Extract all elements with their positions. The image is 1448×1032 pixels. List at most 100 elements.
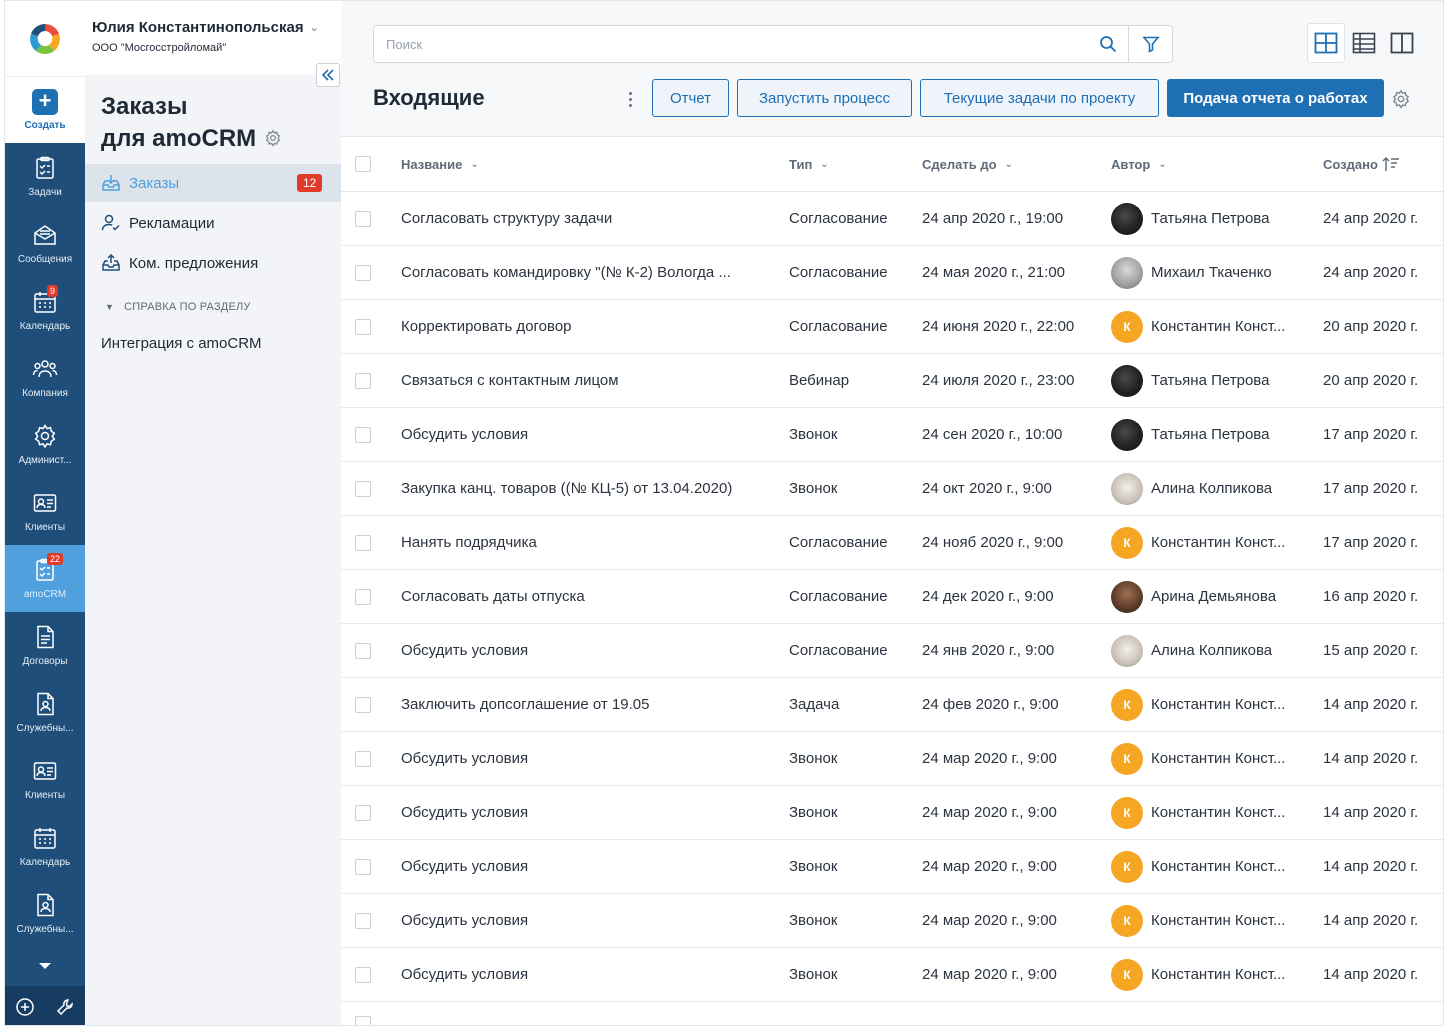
- row-checkbox[interactable]: [355, 805, 371, 821]
- table-row[interactable]: Закупка канц. товаров ((№ КЦ-5) от 13.04…: [341, 462, 1443, 516]
- task-author[interactable]: Татьяна Петрова: [1111, 354, 1269, 407]
- task-name[interactable]: Обсудить условия: [401, 624, 771, 677]
- column-name-header[interactable]: Название ⌄: [401, 137, 771, 191]
- row-checkbox[interactable]: [355, 427, 371, 443]
- app-logo[interactable]: [5, 1, 85, 76]
- task-name[interactable]: Заключить допсоглашение от 19.05: [401, 678, 771, 731]
- task-author[interactable]: К Константин Конст...: [1111, 516, 1285, 569]
- task-name[interactable]: Обсудить условия: [401, 948, 771, 1001]
- table-view-button[interactable]: [1345, 23, 1383, 63]
- sidebar-item-proposals[interactable]: Ком. предложения: [85, 244, 341, 282]
- task-name[interactable]: Обсудить условия: [401, 408, 771, 461]
- rail-item-calendar[interactable]: 9 Календарь: [5, 277, 85, 344]
- rail-item-company[interactable]: Компания: [5, 344, 85, 411]
- table-row[interactable]: Заключить допсоглашение от 19.05 Задача 24…: [341, 678, 1443, 732]
- task-name[interactable]: Закупка канц. товаров ((№ КЦ-5) от 13.04…: [401, 462, 771, 515]
- row-checkbox[interactable]: [355, 589, 371, 605]
- row-checkbox[interactable]: [355, 1016, 371, 1025]
- task-name[interactable]: Обсудить условия: [401, 786, 771, 839]
- select-all-checkbox[interactable]: [355, 156, 371, 172]
- table-row[interactable]: Обсудить условия Звонок 24 мар 2020 г., 9:…: [341, 948, 1443, 1002]
- rail-item-service[interactable]: Служебны...: [5, 679, 85, 746]
- row-checkbox[interactable]: [355, 211, 371, 227]
- task-name[interactable]: Обсудить условия: [401, 894, 771, 947]
- task-author[interactable]: К Константин Конст...: [1111, 732, 1285, 785]
- split-view-button[interactable]: [1383, 23, 1421, 63]
- task-author[interactable]: К Константин Конст...: [1111, 300, 1285, 353]
- task-author[interactable]: К Константин Конст...: [1111, 840, 1285, 893]
- column-author-header[interactable]: Автор ⌄: [1111, 137, 1167, 191]
- task-author[interactable]: Михаил Ткаченко: [1111, 246, 1272, 299]
- grid-view-button[interactable]: [1307, 23, 1345, 63]
- rail-item-admin[interactable]: Админист...: [5, 411, 85, 478]
- task-name[interactable]: Корректировать договор: [401, 300, 771, 353]
- table-row[interactable]: Согласовать структуру задачи Согласование…: [341, 192, 1443, 246]
- task-name[interactable]: Согласовать структуру задачи: [401, 192, 771, 245]
- task-author[interactable]: Татьяна Петрова: [1111, 192, 1269, 245]
- row-checkbox[interactable]: [355, 913, 371, 929]
- collapse-sidebar-button[interactable]: [316, 63, 340, 87]
- task-name[interactable]: Обсудить условия: [401, 732, 771, 785]
- rail-item-contracts[interactable]: Договоры: [5, 612, 85, 679]
- task-name[interactable]: Нанять подрядчика: [401, 516, 771, 569]
- help-link[interactable]: Интеграция с amoCRM: [101, 335, 262, 352]
- rail-item-amocrm[interactable]: 22 amoCRM: [5, 545, 85, 612]
- column-type-header[interactable]: Тип ⌄: [789, 137, 829, 191]
- wrench-icon[interactable]: [55, 997, 75, 1017]
- table-row[interactable]: Корректировать договор Согласование 24 июн…: [341, 300, 1443, 354]
- start-process-button[interactable]: Запустить процесс: [737, 79, 912, 117]
- user-menu[interactable]: Юлия Константинопольская ⌄ ООО "Мосгосст…: [85, 1, 341, 75]
- rail-item-tasks[interactable]: Задачи: [5, 143, 85, 210]
- task-author[interactable]: К Константин Конст...: [1111, 948, 1285, 1001]
- help-section-toggle[interactable]: ▼ СПРАВКА ПО РАЗДЕЛУ: [105, 301, 251, 313]
- rail-item-clients[interactable]: Клиенты: [5, 478, 85, 545]
- table-row[interactable]: Обсудить условия Звонок 24 мар 2020 г., 9:…: [341, 840, 1443, 894]
- row-checkbox[interactable]: [355, 697, 371, 713]
- table-row[interactable]: Согласовать командировку "(№ К-2) Вологд…: [341, 246, 1443, 300]
- row-checkbox[interactable]: [355, 319, 371, 335]
- current-tasks-button[interactable]: Текущие задачи по проекту: [920, 79, 1159, 117]
- filter-button[interactable]: [1128, 26, 1172, 62]
- more-actions-icon[interactable]: [625, 87, 635, 111]
- task-author[interactable]: Татьяна Петрова: [1111, 408, 1269, 461]
- row-checkbox[interactable]: [355, 535, 371, 551]
- table-row[interactable]: Обсудить условия Звонок 24 мар 2020 г., 9:…: [341, 732, 1443, 786]
- sidebar-item-orders[interactable]: Заказы 12: [85, 164, 341, 202]
- table-row[interactable]: Связаться с контактным лицом Вебинар 24 ию…: [341, 354, 1443, 408]
- table-row[interactable]: Обсудить условия Согласование 24 янв 2020 …: [341, 624, 1443, 678]
- rail-item-messages[interactable]: Сообщения: [5, 210, 85, 277]
- submit-report-button[interactable]: Подача отчета о работах: [1167, 79, 1384, 117]
- table-row[interactable]: Нанять подрядчика Согласование 24 нояб 202…: [341, 516, 1443, 570]
- task-author[interactable]: Арина Демьянова: [1111, 570, 1276, 623]
- rail-more-button[interactable]: [5, 951, 85, 981]
- task-author[interactable]: К Константин Конст...: [1111, 678, 1285, 731]
- row-checkbox[interactable]: [355, 751, 371, 767]
- create-button[interactable]: + Создать: [5, 76, 85, 143]
- rail-item-calendar-2[interactable]: Календарь: [5, 813, 85, 880]
- column-created-header[interactable]: Создано: [1323, 137, 1400, 191]
- task-author[interactable]: К Константин Конст...: [1111, 894, 1285, 947]
- task-name[interactable]: Согласовать командировку "(№ К-2) Вологд…: [401, 246, 771, 299]
- table-row[interactable]: Обсудить условия Звонок 24 мар 2020 г., 9:…: [341, 786, 1443, 840]
- task-name[interactable]: Связаться с контактным лицом: [401, 354, 771, 407]
- search-input[interactable]: [374, 26, 1088, 62]
- table-row[interactable]: Обсудить условия Звонок 24 сен 2020 г., 10…: [341, 408, 1443, 462]
- add-circle-icon[interactable]: [15, 997, 35, 1017]
- task-name[interactable]: Согласовать даты отпуска: [401, 570, 771, 623]
- row-checkbox[interactable]: [355, 967, 371, 983]
- search-button[interactable]: [1088, 26, 1128, 62]
- task-name[interactable]: Обсудить условия: [401, 840, 771, 893]
- task-author[interactable]: Алина Колпикова: [1111, 462, 1272, 515]
- section-settings-gear-icon[interactable]: [264, 124, 282, 156]
- row-checkbox[interactable]: [355, 265, 371, 281]
- sidebar-item-complaints[interactable]: Рекламации: [85, 204, 341, 242]
- table-row[interactable]: Обсудить условия Звонок 24 мар 2020 г., 9:…: [341, 894, 1443, 948]
- rail-item-service-2[interactable]: Служебны...: [5, 880, 85, 947]
- row-checkbox[interactable]: [355, 481, 371, 497]
- table-row[interactable]: Согласовать даты отпуска Согласование 24 д…: [341, 570, 1443, 624]
- task-author[interactable]: К Константин Конст...: [1111, 786, 1285, 839]
- row-checkbox[interactable]: [355, 373, 371, 389]
- report-button[interactable]: Отчет: [652, 79, 729, 117]
- column-due-header[interactable]: Сделать до ⌄: [922, 137, 1013, 191]
- toolbar-settings-gear-icon[interactable]: [1391, 89, 1411, 114]
